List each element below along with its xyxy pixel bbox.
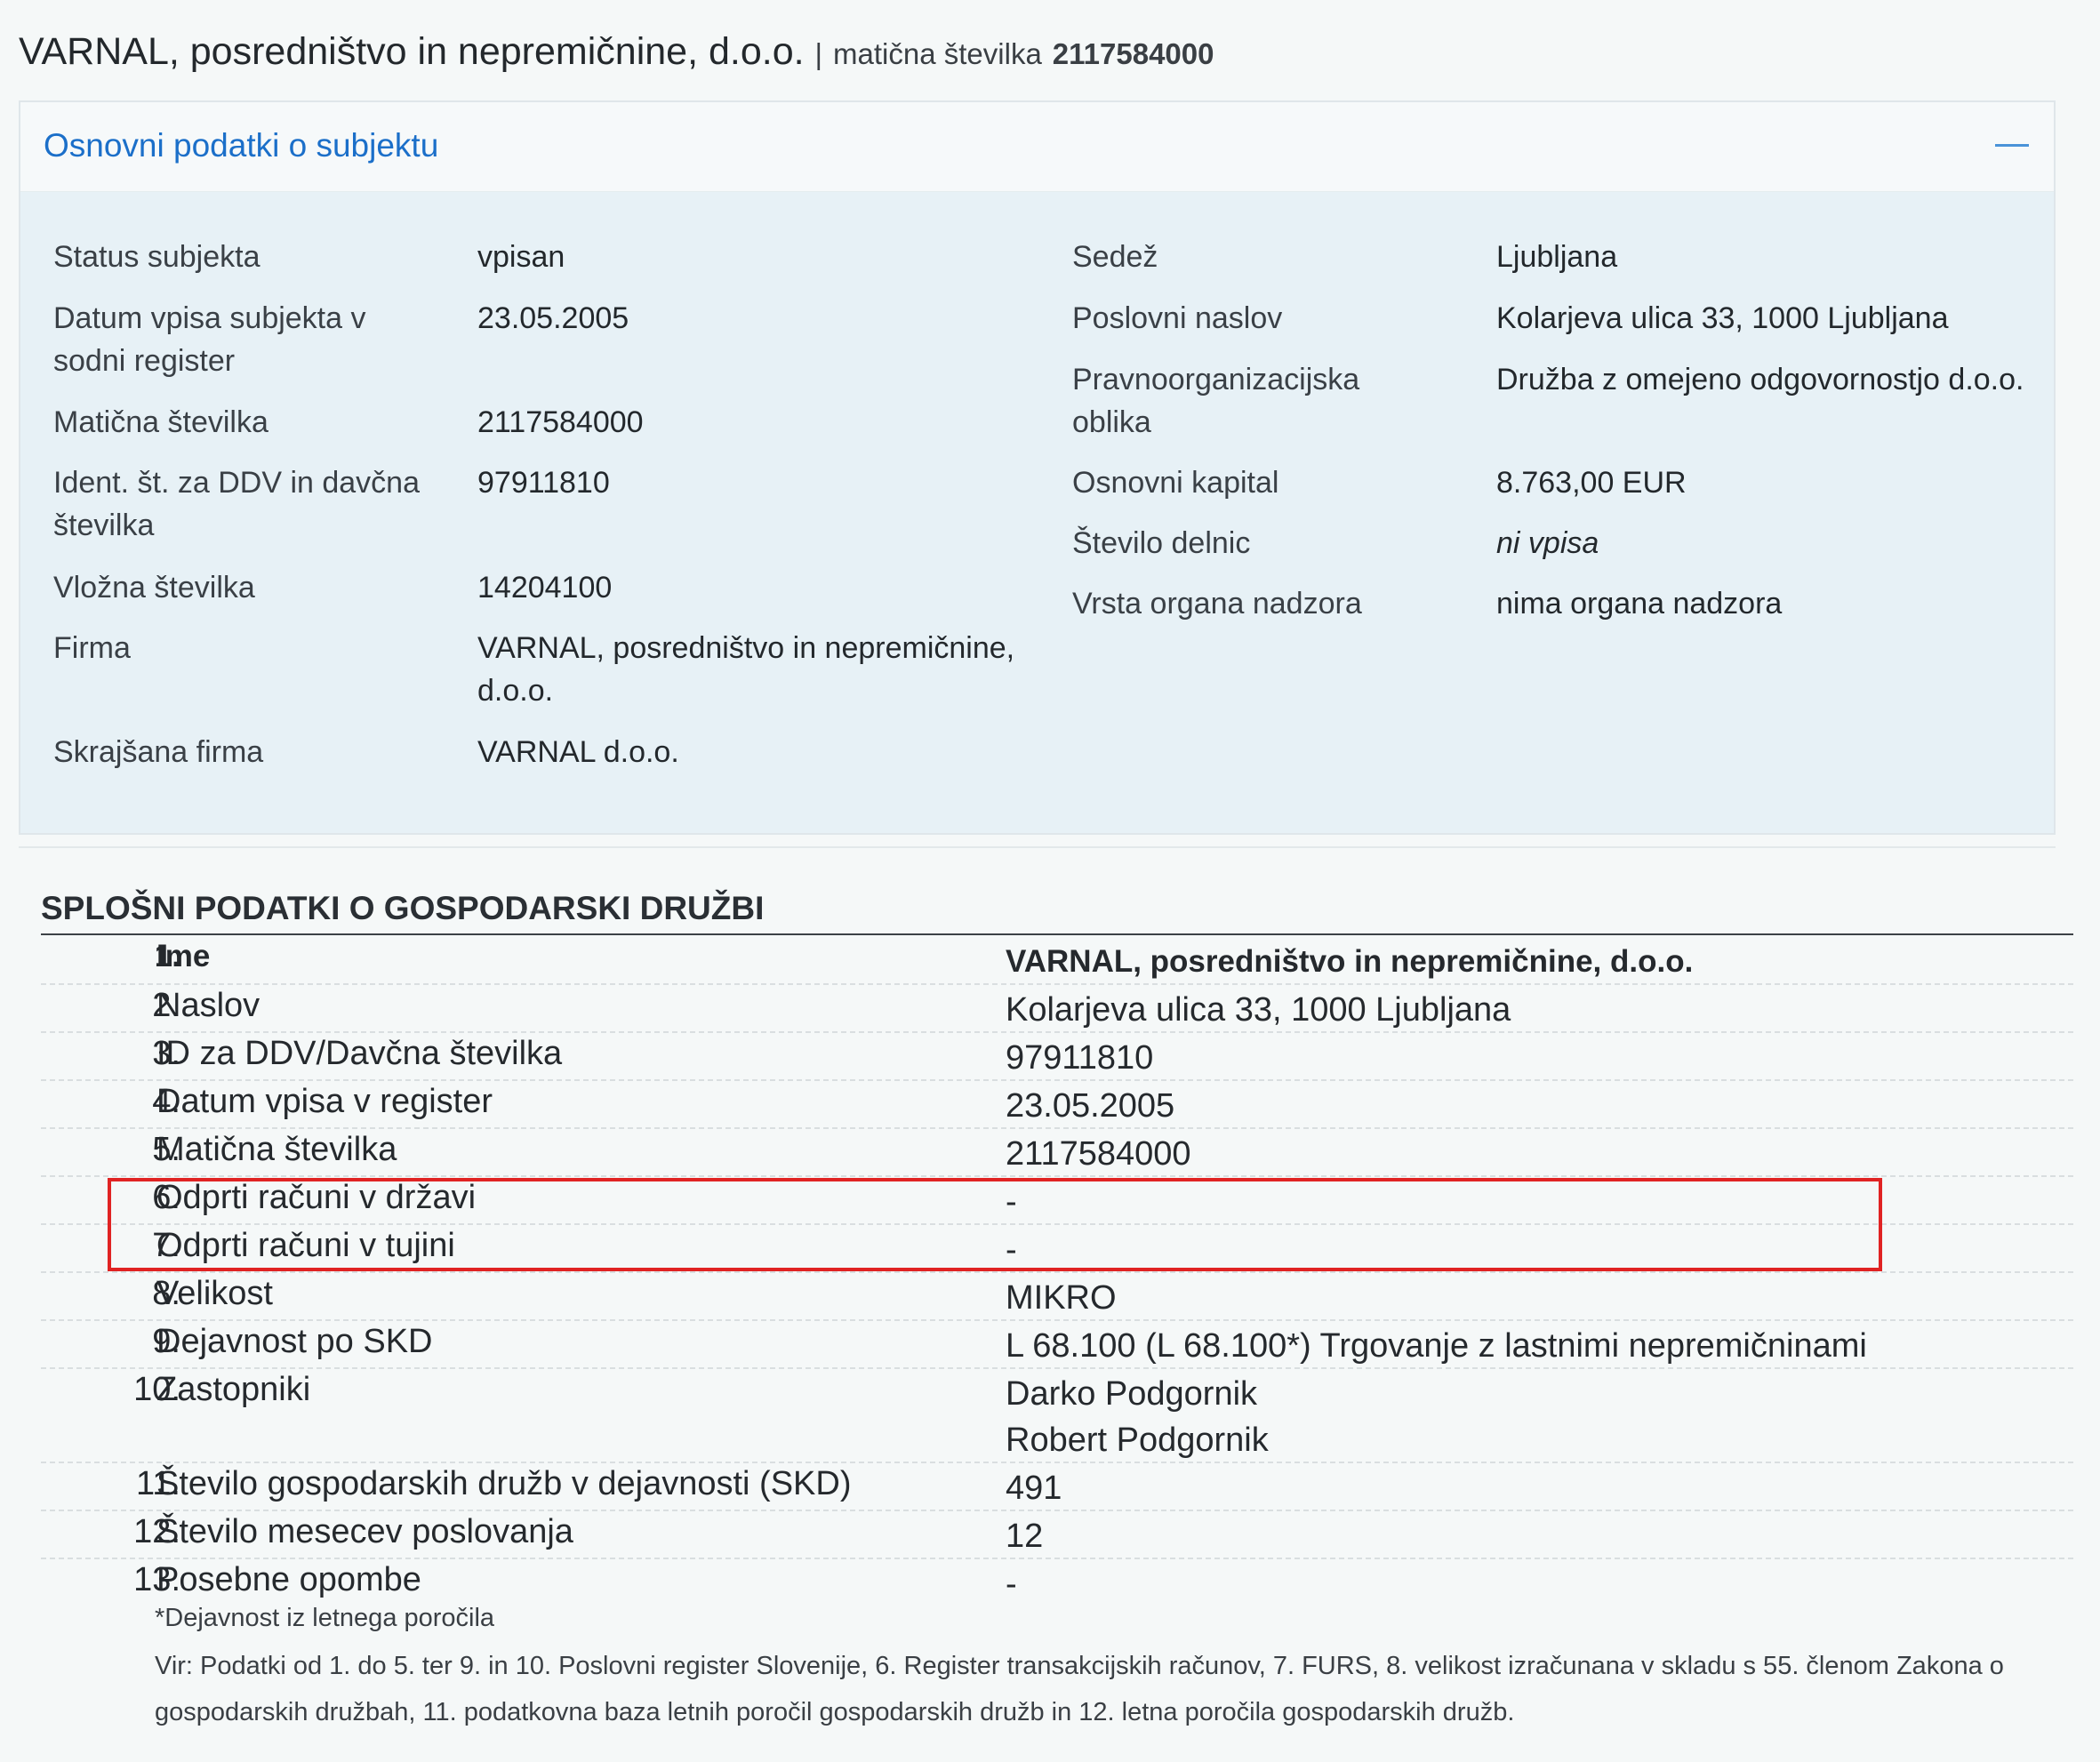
value-filing-number: 14204100 [477,571,613,605]
row-value: L 68.100 (L 68.100*) Trgovanje z lastnim… [1006,1327,1867,1365]
field-reg-number: Matična številka [53,405,269,439]
value-share-capital: 8.763,00 EUR [1496,466,1687,500]
value-number-of-shares: ni vpisa [1496,526,1599,560]
field-supervisory-body: Vrsta organa nadzora [1072,587,1362,621]
highlight-box [108,1178,1882,1271]
table-row: 10. Zastopniki Darko Podgornik Robert Po… [41,1367,2073,1463]
page-title: VARNAL, posredništvo in nepremičnine, d.… [19,30,1214,74]
table-row: 8. Velikost MIKRO [41,1271,2073,1321]
row-value: 23.05.2005 [1006,1087,1175,1125]
general-section-title: SPLOŠNI PODATKI O GOSPODARSKI DRUŽBI [41,890,765,926]
table-row: 4. Datum vpisa v register 23.05.2005 [41,1079,2073,1129]
value-short-firm: VARNAL d.o.o. [477,735,679,769]
panel-header[interactable]: Osnovni podatki o subjektu [20,102,2054,192]
field-vat-id: Ident. št. za DDV in davčna številka [53,466,420,542]
reg-number: 2117584000 [1052,37,1214,70]
row-value: Darko Podgornik [1006,1375,1258,1413]
row-value-2: Robert Podgornik [1006,1422,1269,1459]
row-value: - [1006,1566,1017,1603]
field-status: Status subjekta [53,240,260,274]
row-value: 491 [1006,1470,1062,1507]
value-status: vpisan [477,240,565,274]
field-number-of-shares: Število delnic [1072,526,1251,560]
value-seat: Ljubljana [1496,240,1618,274]
row-label: Datum vpisa v register [156,1083,493,1120]
row-label: Število mesecev poslovanja [156,1513,573,1550]
value-vat-id: 97911810 [477,466,610,500]
title-separator: | [814,37,823,70]
field-legal-form: Pravnoorganizacijska oblika [1072,363,1360,439]
row-value: 12 [1006,1518,1044,1555]
collapse-minus-icon[interactable] [1995,144,2029,147]
table-row: 2. Naslov Kolarjeva ulica 33, 1000 Ljubl… [41,983,2073,1033]
value-legal-form: Družba z omejeno odgovornostjo d.o.o. [1496,363,2024,396]
row-label: Velikost [156,1275,273,1312]
row-label: Ime [156,939,211,973]
field-firm: Firma [53,631,131,665]
row-label: ID za DDV/Davčna številka [156,1035,563,1072]
row-value: MIKRO [1006,1279,1117,1317]
panel-title[interactable]: Osnovni podatki o subjektu [44,127,438,164]
row-label: Posebne opombe [156,1561,421,1598]
row-label: Naslov [156,987,260,1024]
row-value: VARNAL, posredništvo in nepremičnine, d.… [1006,944,1694,979]
row-label: Dejavnost po SKD [156,1323,433,1360]
value-registration-date: 23.05.2005 [477,301,629,335]
row-label: Število gospodarskih družb v dejavnosti … [156,1465,852,1502]
reg-label: matična številka [833,37,1042,70]
field-seat: Sedež [1072,240,1158,274]
footnote: *Dejavnost iz letnega poročila [155,1604,495,1632]
value-firm: VARNAL, posredništvo in nepremičnine, d.… [477,631,1015,708]
table-row: 5. Matična številka 2117584000 [41,1127,2073,1177]
value-business-address: Kolarjeva ulica 33, 1000 Ljubljana [1496,301,1949,335]
table-row: 13. Posebne opombe - [41,1558,2073,1606]
row-label: Matična številka [156,1131,397,1168]
panel-divider [19,846,2056,848]
table-row: 12. Število mesecev poslovanja 12 [41,1510,2073,1559]
source-note: Vir: Podatki od 1. do 5. ter 9. in 10. P… [155,1652,2004,1726]
row-value: Kolarjeva ulica 33, 1000 Ljubljana [1006,991,1511,1029]
table-row: 1. Ime VARNAL, posredništvo in nepremičn… [41,935,2073,985]
company-name: VARNAL, posredništvo in nepremičnine, d.… [19,30,805,73]
table-row: 9. Dejavnost po SKD L 68.100 (L 68.100*)… [41,1319,2073,1369]
value-reg-number: 2117584000 [477,405,644,439]
row-label: Zastopniki [156,1371,311,1408]
row-value: 2117584000 [1006,1135,1191,1173]
field-filing-number: Vložna številka [53,571,255,605]
field-business-address: Poslovni naslov [1072,301,1283,335]
row-value: 97911810 [1006,1039,1154,1077]
field-registration-date: Datum vpisa subjekta v sodni register [53,301,366,378]
field-short-firm: Skrajšana firma [53,735,264,769]
table-row: 3. ID za DDV/Davčna številka 97911810 [41,1031,2073,1081]
value-supervisory-body: nima organa nadzora [1496,587,1783,621]
basic-data-panel: Osnovni podatki o subjektu Status subjek… [19,100,2056,835]
field-share-capital: Osnovni kapital [1072,466,1279,500]
table-row: 11. Število gospodarskih družb v dejavno… [41,1462,2073,1511]
